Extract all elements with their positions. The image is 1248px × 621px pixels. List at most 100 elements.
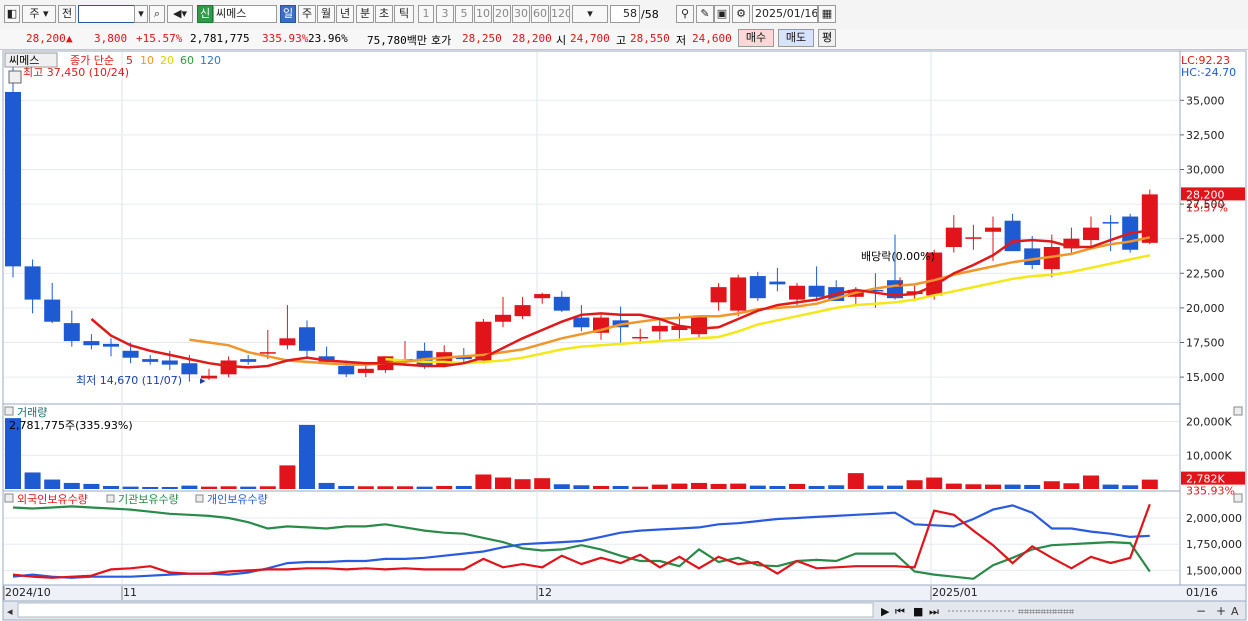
candle-body <box>259 352 276 354</box>
tab-year[interactable]: 년 <box>336 5 354 23</box>
stop-icon[interactable]: ■ <box>913 605 923 618</box>
interval-1[interactable]: 1 <box>418 5 434 23</box>
interval-20[interactable]: 20 <box>493 5 511 23</box>
holdings-panel-toggle[interactable] <box>4 493 14 503</box>
volume-tick-label: 10,000K <box>1186 449 1232 462</box>
volume-bar <box>338 485 355 489</box>
volume-bar <box>867 485 884 489</box>
save-icon[interactable]: ▣ <box>714 5 730 23</box>
volume-bar <box>965 484 982 489</box>
search-icon[interactable]: ⌕ <box>149 5 165 23</box>
interval-custom-select[interactable]: ▾ <box>572 5 608 23</box>
volume-bar <box>279 465 296 489</box>
volume-bar <box>1063 483 1080 489</box>
draw-tools-icon[interactable]: ⌗⌗⌗⌗⌗⌗⌗⌗⌗⌗ <box>1018 607 1075 618</box>
volume-panel-close[interactable] <box>1233 406 1243 416</box>
tab-day[interactable]: 일 <box>280 5 296 23</box>
candle-body <box>5 91 21 267</box>
hoga-bid: 28,200 <box>512 32 552 45</box>
volume-bar <box>103 485 119 489</box>
volume-bar <box>357 486 374 489</box>
price-tick-label: 22,500 <box>1186 267 1225 280</box>
volume-pct-tag: 335.93% <box>1186 485 1235 498</box>
chart-area[interactable]: ◂ 15,00017,50020,00022,50025,00027,50030… <box>0 50 1248 621</box>
zoom-out-icon[interactable]: − <box>1196 604 1206 618</box>
x-tick-label: 12 <box>538 586 552 599</box>
buy-button[interactable]: 매수 <box>738 29 774 47</box>
volume-panel-toggle[interactable] <box>4 406 14 416</box>
tab-minute[interactable]: 분 <box>356 5 374 23</box>
scroll-track[interactable] <box>17 602 874 618</box>
interval-60[interactable]: 60 <box>531 5 549 23</box>
scroll-left-icon[interactable]: ◂ <box>7 605 13 618</box>
period-label: 주 <box>29 7 40 20</box>
volume-bar <box>573 485 590 489</box>
tab-month[interactable]: 월 <box>317 5 335 23</box>
interval-120[interactable]: 120 <box>550 5 570 23</box>
sell-button[interactable]: 매도 <box>778 29 814 47</box>
volume-bar <box>593 485 609 489</box>
data-count-total: /58 <box>641 8 659 21</box>
gear-icon[interactable]: ⚙ <box>732 5 750 23</box>
chevron-down-icon[interactable]: ▾ <box>134 5 148 23</box>
new-listing-badge: 신 <box>197 5 213 23</box>
ma-legend-120: 120 <box>200 54 221 67</box>
volume-bar <box>808 485 825 489</box>
tab-second[interactable]: 초 <box>375 5 393 23</box>
speaker-icon[interactable]: ◀▾ <box>167 5 193 23</box>
x-tick-label: 01/16 <box>1186 586 1218 599</box>
draw-tool-icon[interactable]: ✎ <box>696 5 714 23</box>
volume-bar <box>259 486 276 489</box>
calendar-icon[interactable]: ▦ <box>818 5 836 23</box>
volume-bar <box>122 486 139 489</box>
interval-10[interactable]: 10 <box>474 5 492 23</box>
zoom-in-icon[interactable]: + <box>1216 604 1226 618</box>
price-tick-label: 30,000 <box>1186 163 1225 176</box>
tab-week[interactable]: 주 <box>298 5 316 23</box>
holdings-legend-indiv: 개인보유수량 <box>207 493 268 506</box>
candle-body <box>808 285 825 297</box>
prev-button[interactable]: 전 <box>58 5 76 23</box>
date-input[interactable]: 2025/01/16 <box>752 5 818 23</box>
volume-bar <box>985 484 1001 489</box>
holdings-toggle-indiv[interactable] <box>195 494 204 503</box>
candle-body <box>495 314 511 322</box>
stock-name-field[interactable]: 씨메스 <box>213 5 277 23</box>
volume-bar <box>24 472 41 489</box>
volume-ratio: 335.93% <box>262 32 309 45</box>
window-icon[interactable]: ◧ <box>4 5 20 23</box>
candle-body <box>122 350 139 358</box>
fast-forward-icon[interactable]: ⏭ <box>929 605 939 618</box>
data-count-input[interactable]: 58 <box>610 5 640 23</box>
volume-bar <box>1024 484 1041 489</box>
holdings-panel-close[interactable] <box>1233 493 1243 503</box>
text-icon[interactable]: A <box>1231 605 1239 618</box>
candle-body <box>945 227 962 247</box>
dividend-marker: 배당락(0.00%) <box>861 250 935 263</box>
binoculars-icon[interactable]: ⚲ <box>676 5 694 23</box>
interval-5[interactable]: 5 <box>455 5 473 23</box>
volume-panel-bg <box>2 403 1181 492</box>
volume-bar <box>181 485 198 489</box>
rewind-icon[interactable]: ⏮ <box>895 605 905 618</box>
x-axis-bar <box>2 584 1247 602</box>
volume-bar <box>455 485 472 489</box>
open-price: 24,700 <box>570 32 610 45</box>
holdings-toggle-inst[interactable] <box>106 494 115 503</box>
tab-tick[interactable]: 틱 <box>394 5 414 23</box>
calendar-icon[interactable] <box>8 70 22 84</box>
candle-body <box>651 325 668 332</box>
period-select[interactable]: 주 ▾ <box>22 5 56 23</box>
volume-bar <box>1122 485 1139 489</box>
candle-body <box>573 317 590 328</box>
candle-body <box>632 336 649 339</box>
holdings-tick-label: 2,000,000 <box>1186 512 1242 525</box>
x-tick-label: 11 <box>123 586 137 599</box>
volume-bar <box>220 486 237 489</box>
volume-label: 거래량 <box>17 406 47 419</box>
avg-button[interactable]: 평 <box>818 29 836 47</box>
play-icon[interactable]: ▶ <box>881 605 890 618</box>
price-change: 3,800 <box>94 32 128 45</box>
interval-30[interactable]: 30 <box>512 5 530 23</box>
interval-3[interactable]: 3 <box>436 5 454 23</box>
